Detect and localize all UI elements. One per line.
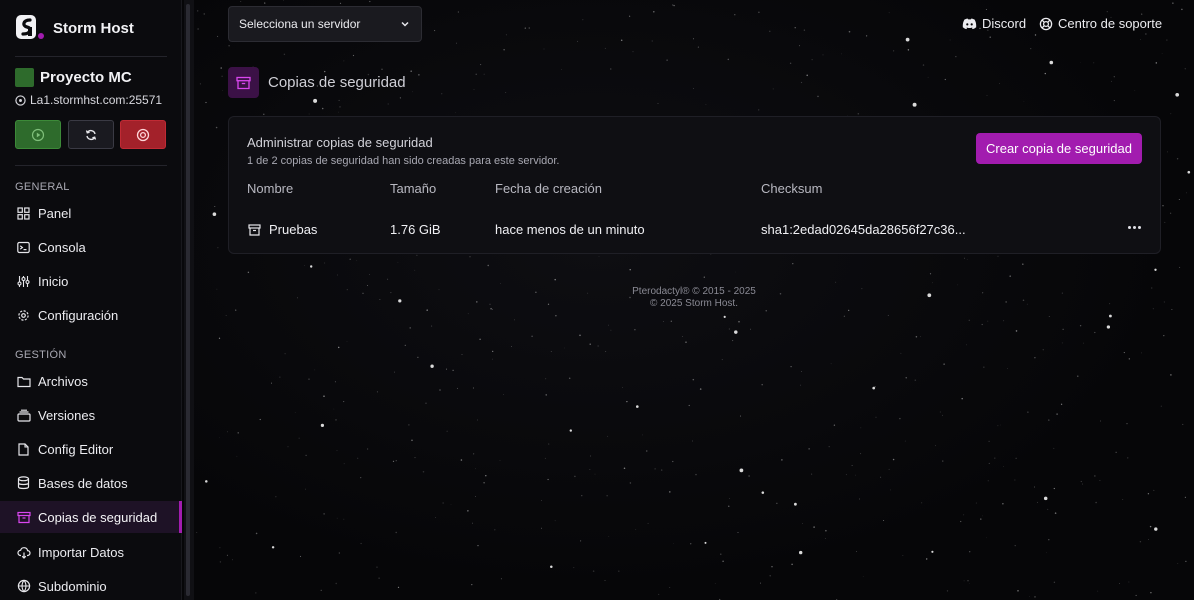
grid-icon bbox=[16, 206, 31, 221]
discord-icon bbox=[962, 18, 977, 29]
sidebar-item-label: Panel bbox=[38, 205, 72, 221]
support-link[interactable]: Centro de soporte bbox=[1039, 16, 1162, 31]
archive-icon bbox=[16, 510, 31, 525]
backups-card-title: Administrar copias de seguridad bbox=[247, 135, 433, 150]
gear-icon bbox=[16, 308, 31, 323]
sidebar-divider bbox=[15, 56, 167, 57]
backups-card: Administrar copias de seguridad 1 de 2 c… bbox=[228, 116, 1161, 254]
server-address[interactable]: La1.stormhst.com:25571 bbox=[15, 93, 162, 107]
discord-link[interactable]: Discord bbox=[962, 16, 1026, 31]
sidebar-divider bbox=[15, 165, 167, 166]
sidebar-item-panel[interactable]: Panel bbox=[0, 197, 182, 229]
backup-date: hace menos de un minuto bbox=[495, 222, 645, 237]
backup-name-cell: Pruebas bbox=[248, 222, 317, 237]
server-title: Proyecto MC bbox=[40, 69, 132, 86]
restart-button[interactable] bbox=[68, 120, 114, 149]
folder-icon bbox=[16, 374, 31, 389]
archive-icon bbox=[228, 67, 259, 98]
storm-logo-icon bbox=[15, 14, 45, 42]
sidebar-item-label: Copias de seguridad bbox=[38, 509, 158, 525]
start-button[interactable] bbox=[15, 120, 61, 149]
server-select-value: Selecciona un servidor bbox=[239, 17, 361, 31]
column-header-name: Nombre bbox=[247, 181, 294, 196]
terminal-icon bbox=[16, 240, 31, 255]
page-title: Copias de seguridad bbox=[268, 74, 406, 91]
globe-icon bbox=[16, 579, 31, 594]
sidebar-item-startup[interactable]: Inicio bbox=[0, 265, 182, 297]
footer-copyright: Pterodactyl® © 2015 - 2025 bbox=[632, 286, 756, 297]
column-header-checksum: Checksum bbox=[761, 181, 823, 196]
discord-label: Discord bbox=[982, 16, 1027, 31]
sidebar-item-files[interactable]: Archivos bbox=[0, 365, 182, 397]
refresh-icon bbox=[85, 129, 97, 140]
stop-icon bbox=[136, 128, 150, 141]
chevron-down-icon bbox=[401, 21, 409, 27]
column-header-date: Fecha de creación bbox=[495, 181, 602, 196]
file-edit-icon bbox=[16, 442, 31, 457]
sidebar-item-label: Bases de datos bbox=[38, 475, 128, 491]
server-color-square bbox=[15, 68, 34, 87]
backup-size: 1.76 GiB bbox=[390, 222, 441, 237]
brand[interactable]: Storm Host bbox=[15, 14, 134, 42]
brand-name: Storm Host bbox=[53, 19, 134, 37]
support-label: Centro de soporte bbox=[1058, 16, 1163, 31]
sidebar-item-backups[interactable]: Copias de seguridad bbox=[0, 501, 182, 533]
sidebar-item-databases[interactable]: Bases de datos bbox=[0, 467, 182, 499]
layers-icon bbox=[16, 408, 31, 423]
sliders-icon bbox=[16, 274, 31, 289]
sidebar-scrollbar[interactable] bbox=[186, 4, 190, 596]
backup-name: Pruebas bbox=[269, 222, 318, 237]
more-options-icon[interactable] bbox=[1128, 226, 1141, 229]
sidebar-item-label: Config Editor bbox=[38, 441, 114, 457]
sidebar-item-label: Versiones bbox=[38, 407, 96, 423]
backup-checksum: sha1:2edad02645da28656f27c36... bbox=[761, 222, 966, 237]
server-address-text: La1.stormhst.com:25571 bbox=[30, 93, 163, 107]
sidebar-item-label: Archivos bbox=[38, 373, 88, 389]
server-select[interactable]: Selecciona un servidor bbox=[228, 6, 422, 42]
stop-button[interactable] bbox=[120, 120, 166, 149]
sidebar: Storm Host Proyecto MC La1.stormhst.com:… bbox=[0, 0, 182, 600]
sidebar-item-versions[interactable]: Versiones bbox=[0, 399, 182, 431]
lifebuoy-icon bbox=[1039, 17, 1053, 30]
archive-icon bbox=[248, 223, 261, 236]
section-label-general: GENERAL bbox=[15, 181, 70, 193]
backups-card-subtitle: 1 de 2 copias de seguridad han sido crea… bbox=[247, 155, 560, 167]
sidebar-item-label: Subdominio bbox=[38, 578, 107, 594]
sidebar-item-label: Importar Datos bbox=[38, 544, 124, 560]
sidebar-item-subdomain[interactable]: Subdominio bbox=[0, 570, 182, 600]
database-icon bbox=[16, 476, 31, 491]
create-backup-button[interactable]: Crear copia de seguridad bbox=[976, 133, 1142, 164]
footer: Pterodactyl® © 2015 - 2025 © 2025 Storm … bbox=[554, 286, 834, 310]
footer-brand: © 2025 Storm Host. bbox=[650, 298, 738, 309]
section-label-gestion: GESTIÓN bbox=[15, 349, 67, 361]
sidebar-item-import-data[interactable]: Importar Datos bbox=[0, 536, 182, 568]
page-heading: Copias de seguridad bbox=[228, 67, 406, 98]
play-icon bbox=[31, 128, 45, 141]
column-header-size: Tamaño bbox=[390, 181, 437, 196]
sidebar-item-label: Inicio bbox=[38, 273, 69, 289]
sidebar-item-config-editor[interactable]: Config Editor bbox=[0, 433, 182, 465]
cloud-download-icon bbox=[16, 545, 31, 560]
server-name: Proyecto MC bbox=[15, 68, 132, 87]
sidebar-item-console[interactable]: Consola bbox=[0, 231, 182, 263]
sidebar-item-label: Consola bbox=[38, 239, 86, 255]
sidebar-item-label: Configuración bbox=[38, 307, 119, 323]
network-icon bbox=[15, 94, 26, 106]
sidebar-item-settings[interactable]: Configuración bbox=[0, 299, 182, 331]
